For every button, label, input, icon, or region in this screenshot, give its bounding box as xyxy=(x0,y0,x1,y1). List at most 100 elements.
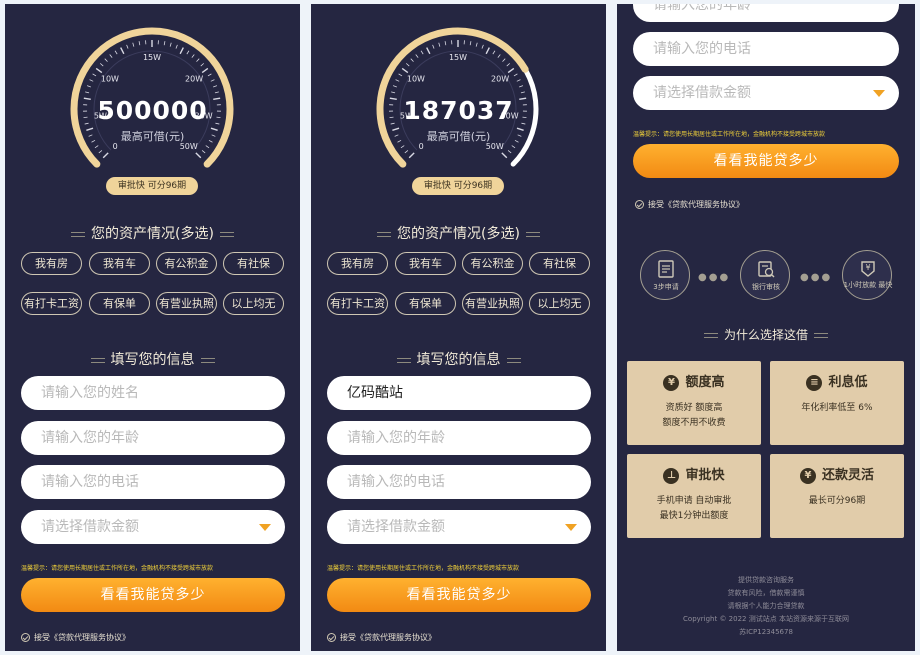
gauge-tick xyxy=(126,44,129,49)
check-loan-button[interactable]: 看看我能贷多少 xyxy=(327,578,591,612)
phone-input[interactable]: 请输入您的电话 xyxy=(327,465,591,499)
gauge-tick xyxy=(196,58,200,62)
gauge-label: 20W xyxy=(185,74,203,83)
agreement-checkbox[interactable]: 接受《贷款代理服务协议》 xyxy=(21,632,130,643)
step-review: 银行审核 xyxy=(740,250,790,300)
gauge-tick xyxy=(501,152,508,159)
asset-tag-business-license[interactable]: 有营业执照 xyxy=(156,292,217,315)
card-title: 利息低 xyxy=(828,375,868,390)
asset-tag-housing-fund[interactable]: 有公积金 xyxy=(462,252,523,275)
why-section-title: 为什么选择这借 xyxy=(617,326,915,343)
gauge-tick xyxy=(138,41,141,46)
agreement-label: 接受《贷款代理服务协议》 xyxy=(34,633,130,642)
gauge-tick xyxy=(102,152,109,159)
footer-line: 贷款有风险，借款需谨慎 xyxy=(727,589,805,597)
asset-tag-car[interactable]: 我有车 xyxy=(395,252,456,275)
step-label: 3步申请 xyxy=(653,283,679,291)
form-panel-initial: 0 5W 10W 15W 20W 30W 50W 500000 最高可借(元) 审批快 可分… xyxy=(5,4,300,651)
gauge-tick xyxy=(94,145,99,149)
asset-tag-salary[interactable]: 有打卡工资 xyxy=(21,292,82,315)
gauge-tick xyxy=(507,67,515,74)
coins-icon: ≡ xyxy=(806,374,823,391)
info-section-title: 填写您的信息 xyxy=(5,349,300,369)
phone-input[interactable]: 请输入您的电话 xyxy=(21,465,285,499)
check-icon[interactable] xyxy=(635,200,644,209)
chevron-down-icon xyxy=(565,524,577,531)
feature-card-high-limit: ¥ 额度高 资质好 额度高 额度不用不收费 xyxy=(627,361,761,445)
notice-text: 温馨提示：请您使用长期居住或工作所在地，金融机构不接受跨城市放款 xyxy=(327,565,520,572)
loan-amount-select[interactable]: 请选择借款金额 xyxy=(327,510,591,544)
asset-tag-business-license[interactable]: 有营业执照 xyxy=(462,292,523,315)
yen-card-icon: ¥ xyxy=(663,374,680,391)
gauge-tick xyxy=(98,150,103,154)
gauge-tick xyxy=(426,47,431,55)
gauge-tick xyxy=(95,67,103,74)
gauge-tick xyxy=(89,79,94,82)
asset-tag-house[interactable]: 我有房 xyxy=(21,252,82,275)
agreement-checkbox[interactable]: 接受《贷款代理服务协议》 xyxy=(327,632,436,643)
card-title: 还款灵活 xyxy=(821,468,874,483)
age-input[interactable]: 请输入您的年龄 xyxy=(633,4,899,22)
gauge-tick xyxy=(391,91,396,94)
gauge-label: 15W xyxy=(449,53,467,62)
gauge-tick xyxy=(432,44,435,49)
gauge-tick xyxy=(213,85,218,88)
name-input[interactable]: 亿码酷站 xyxy=(327,376,591,410)
asset-tag-insurance[interactable]: 有保单 xyxy=(395,292,456,315)
gauge-tick xyxy=(99,63,104,67)
age-input[interactable]: 请输入您的年龄 xyxy=(327,421,591,455)
asset-tag-insurance[interactable]: 有保单 xyxy=(89,292,150,315)
asset-tag-social-security[interactable]: 有社保 xyxy=(223,252,284,275)
gauge-label: 10W xyxy=(101,74,119,83)
asset-tag-salary[interactable]: 有打卡工资 xyxy=(327,292,388,315)
loan-amount-select[interactable]: 请选择借款金额 xyxy=(633,76,899,110)
footer-line: 提供贷款咨询服务 xyxy=(738,576,794,584)
gauge-tick xyxy=(210,79,215,82)
asset-tag-house[interactable]: 我有房 xyxy=(327,252,388,275)
gauge-tick xyxy=(92,73,97,77)
chevron-down-icon xyxy=(873,90,885,97)
check-loan-button[interactable]: 看看我能贷多少 xyxy=(633,144,899,178)
gauge-tick xyxy=(469,41,472,46)
notice-text: 温馨提示：请您使用长期居住或工作所在地，金融机构不接受跨城市放款 xyxy=(21,565,214,572)
asset-tag-car[interactable]: 我有车 xyxy=(89,252,150,275)
check-icon[interactable] xyxy=(327,633,336,642)
form-panel-scrolled: 请输入您的年龄 请输入您的电话 请选择借款金额 温馨提示：请您使用长期居住或工作… xyxy=(617,4,915,651)
asset-tag-social-security[interactable]: 有社保 xyxy=(529,252,590,275)
loan-amount-select[interactable]: 请选择借款金额 xyxy=(21,510,285,544)
gauge-tick xyxy=(520,91,525,94)
gauge-tick xyxy=(163,41,166,46)
asset-tag-housing-fund[interactable]: 有公积金 xyxy=(156,252,217,275)
gauge-tick xyxy=(481,44,484,49)
loan-gauge: 0 5W 10W 15W 20W 30W 50W 187037 最高可借(元) 审批快 可分… xyxy=(311,4,606,204)
info-section-title: 填写您的信息 xyxy=(311,349,606,369)
assets-section-title: 您的资产情况(多选) xyxy=(5,223,300,243)
gauge-tick xyxy=(415,54,419,58)
card-desc: 资质好 额度高 xyxy=(665,403,723,413)
gauge-tick xyxy=(109,54,113,58)
loan-gauge: 0 5W 10W 15W 20W 30W 50W 500000 最高可借(元) 审批快 可分… xyxy=(5,4,300,204)
agreement-checkbox[interactable]: 接受《贷款代理服务协议》 xyxy=(635,199,744,210)
gauge-label: 20W xyxy=(491,74,509,83)
form-panel-filled: 0 5W 10W 15W 20W 30W 50W 187037 最高可借(元) 审批快 可分… xyxy=(311,4,606,651)
step-apply: 3步申请 xyxy=(640,250,690,300)
feature-card-fast-approval: ⊥ 审批快 手机申请 自动审批 最快1分钟出额度 xyxy=(627,454,761,538)
asset-tag-none[interactable]: 以上均无 xyxy=(529,292,590,315)
feature-card-flexible-repayment: ¥ 还款灵活 最长可分96期 xyxy=(770,454,904,538)
asset-tag-none[interactable]: 以上均无 xyxy=(223,292,284,315)
gauge-tick xyxy=(201,67,209,74)
name-input[interactable]: 请输入您的姓名 xyxy=(21,376,285,410)
gauge-tick xyxy=(485,47,490,55)
check-loan-button[interactable]: 看看我能贷多少 xyxy=(21,578,285,612)
age-input[interactable]: 请输入您的年龄 xyxy=(21,421,285,455)
phone-input[interactable]: 请输入您的电话 xyxy=(633,32,899,66)
card-desc: 额度不用不收费 xyxy=(662,418,726,428)
gauge-label: 10W xyxy=(407,74,425,83)
gauge-tick xyxy=(120,47,125,55)
agreement-label: 接受《贷款代理服务协议》 xyxy=(340,633,436,642)
footer: 提供贷款咨询服务 贷款有风险，借款需谨慎 请根据个人能力合理贷款 Copyrig… xyxy=(617,574,915,639)
check-icon[interactable] xyxy=(21,633,30,642)
gauge-tick xyxy=(132,42,135,47)
step-label: 银行审核 xyxy=(752,283,780,291)
gauge-tick xyxy=(408,152,415,159)
